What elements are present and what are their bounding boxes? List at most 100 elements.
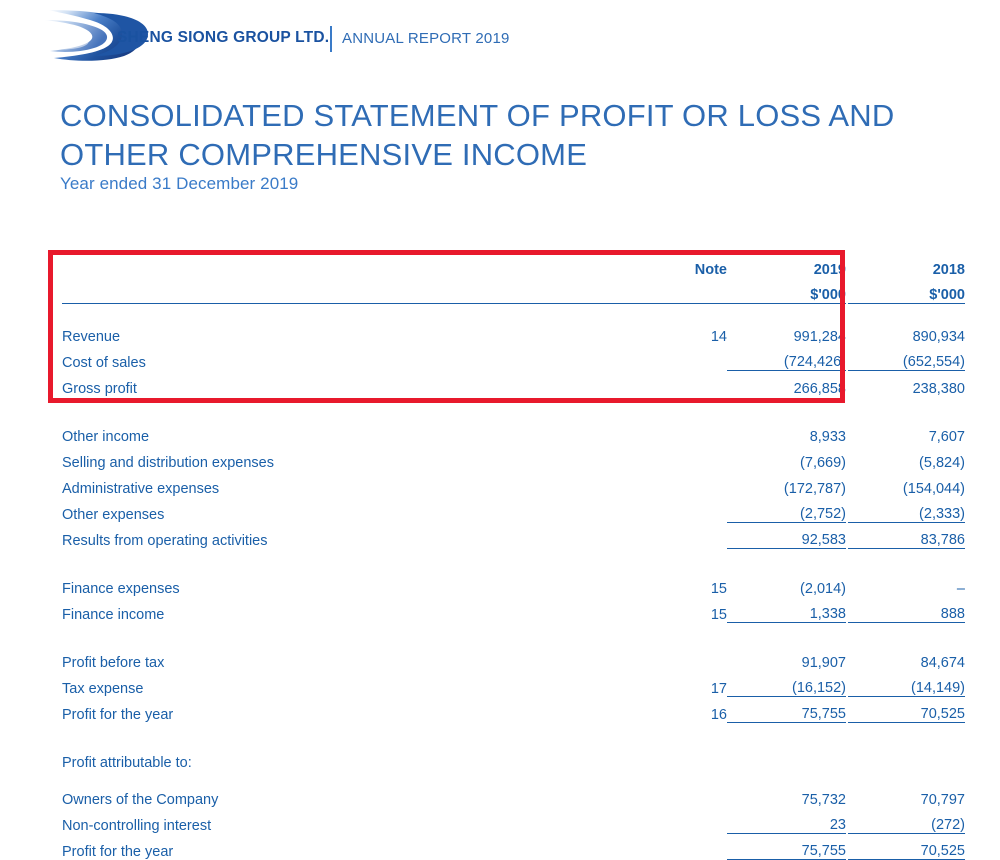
- table-header-row: Note 2019 2018: [62, 252, 965, 278]
- column-header-2018: 2018: [932, 262, 965, 278]
- spacer: [62, 723, 965, 745]
- row-value-2018: 84,674: [920, 654, 965, 671]
- row-note: [637, 497, 727, 523]
- row-value-2018: 70,525: [848, 833, 965, 860]
- row-note: 15: [710, 606, 727, 623]
- table-row: Owners of the Company 75,732 70,797: [62, 782, 965, 808]
- row-label: Gross profit: [62, 380, 137, 397]
- row-value-2019: 1,338: [727, 596, 846, 623]
- table-row: Results from operating activities 92,583…: [62, 522, 965, 549]
- row-value-2019: 75,732: [801, 791, 846, 808]
- row-label: Results from operating activities: [62, 532, 268, 549]
- page-header: 54 SHENG SIONG GROUP LTD. ANNUAL REPORT …: [0, 0, 1000, 72]
- row-value-2019: (7,669): [800, 454, 846, 471]
- row-value-2019: (724,426): [727, 344, 846, 371]
- column-header-note: Note: [694, 262, 727, 278]
- table-row: Non-controlling interest 23 (272): [62, 807, 965, 834]
- row-label: Profit for the year: [62, 706, 174, 723]
- company-name: SHENG SIONG GROUP LTD.: [117, 29, 330, 46]
- row-label: Profit for the year: [62, 843, 174, 860]
- row-label: Profit before tax: [62, 654, 165, 671]
- financial-statement-table: Note 2019 2018 $'000 $'000 Revenue 14 99…: [62, 252, 965, 860]
- row-note: [637, 345, 727, 371]
- row-note: [637, 471, 727, 497]
- row-value-2018: 70,797: [920, 791, 965, 808]
- unit-blank: [62, 278, 637, 303]
- row-value-2019: (2,752): [727, 496, 846, 523]
- page-title: CONSOLIDATED STATEMENT OF PROFIT OR LOSS…: [60, 98, 895, 172]
- row-label: Finance income: [62, 606, 165, 623]
- table-row: Profit before tax 91,907 84,674: [62, 645, 965, 671]
- page-number: 54: [61, 29, 83, 49]
- table-row: Profit for the year 16 75,755 70,525: [62, 696, 965, 723]
- row-value-2018: 7,607: [928, 428, 965, 445]
- unit-2019: $'000: [810, 287, 846, 303]
- unit-2018: $'000: [929, 287, 965, 303]
- row-value-2019: 75,755: [727, 696, 846, 723]
- row-note: [637, 782, 727, 808]
- row-value-2019: (16,152): [727, 670, 846, 697]
- row-note: [637, 834, 727, 860]
- row-value-2019: 92,583: [727, 522, 846, 549]
- row-value-2019: 991,284: [793, 328, 846, 345]
- row-label: Revenue: [62, 328, 121, 345]
- row-label: Selling and distribution expenses: [62, 454, 274, 471]
- row-label: Profit attributable to:: [62, 754, 192, 771]
- table-unit-row: $'000 $'000: [62, 278, 965, 303]
- table-row: Gross profit 266,858 238,380: [62, 371, 965, 397]
- table-row: Revenue 14 991,284 890,934: [62, 319, 965, 345]
- table-row: Cost of sales (724,426) (652,554): [62, 344, 965, 371]
- table-row: Other income 8,933 7,607: [62, 419, 965, 445]
- table-row: Finance expenses 15 (2,014) –: [62, 571, 965, 597]
- row-note: 14: [710, 328, 727, 345]
- row-note: [637, 371, 727, 397]
- row-note: [637, 645, 727, 671]
- spacer: [62, 623, 965, 645]
- row-value-2019: (172,787): [783, 480, 846, 497]
- row-value-2018: 70,525: [848, 696, 965, 723]
- row-label: Administrative expenses: [62, 480, 220, 497]
- spacer: [62, 771, 965, 782]
- row-note: [637, 745, 727, 771]
- table-row: Administrative expenses (172,787) (154,0…: [62, 471, 965, 497]
- row-value-2018: (5,824): [919, 454, 965, 471]
- row-value-2019: 266,858: [793, 380, 846, 397]
- page-subtitle: Year ended 31 December 2019: [60, 174, 299, 193]
- row-value-2018: (14,149): [848, 670, 965, 697]
- row-value-2019: 23: [727, 807, 846, 834]
- column-header-label: [62, 252, 637, 278]
- row-label: Non-controlling interest: [62, 817, 212, 834]
- spacer: [62, 549, 965, 571]
- row-value-2019: 8,933: [809, 428, 846, 445]
- row-value-2019: 75,755: [727, 833, 846, 860]
- row-value-2019: (2,014): [800, 580, 846, 597]
- spacer: [62, 397, 965, 419]
- unit-note-blank: [637, 278, 727, 303]
- row-value-2018: (652,554): [848, 344, 965, 371]
- row-note: 16: [710, 706, 727, 723]
- row-value-2018: (2,333): [848, 496, 965, 523]
- row-value-2019: 91,907: [801, 654, 846, 671]
- row-value-2018: 83,786: [848, 522, 965, 549]
- column-header-2019: 2019: [813, 262, 846, 278]
- table-row: Profit attributable to:: [62, 745, 965, 771]
- spacer: [62, 304, 965, 319]
- row-value-2018: [848, 745, 965, 771]
- row-note: 15: [710, 580, 727, 597]
- header-divider: [330, 26, 332, 52]
- row-label: Finance expenses: [62, 580, 180, 597]
- row-note: 17: [710, 680, 727, 697]
- row-label: Tax expense: [62, 680, 144, 697]
- table-row: Tax expense 17 (16,152) (14,149): [62, 670, 965, 697]
- row-note: [637, 523, 727, 549]
- report-label: ANNUAL REPORT 2019: [342, 30, 510, 47]
- table-row: Other expenses (2,752) (2,333): [62, 496, 965, 523]
- row-note: [637, 445, 727, 471]
- row-label: Other income: [62, 428, 150, 445]
- row-value-2018: 888: [848, 596, 965, 623]
- row-value-2018: (272): [848, 807, 965, 834]
- row-value-2018: –: [956, 580, 965, 597]
- table-row: Finance income 15 1,338 888: [62, 596, 965, 623]
- table-row: Profit for the year 75,755 70,525: [62, 833, 965, 860]
- row-value-2018: (154,044): [902, 480, 965, 497]
